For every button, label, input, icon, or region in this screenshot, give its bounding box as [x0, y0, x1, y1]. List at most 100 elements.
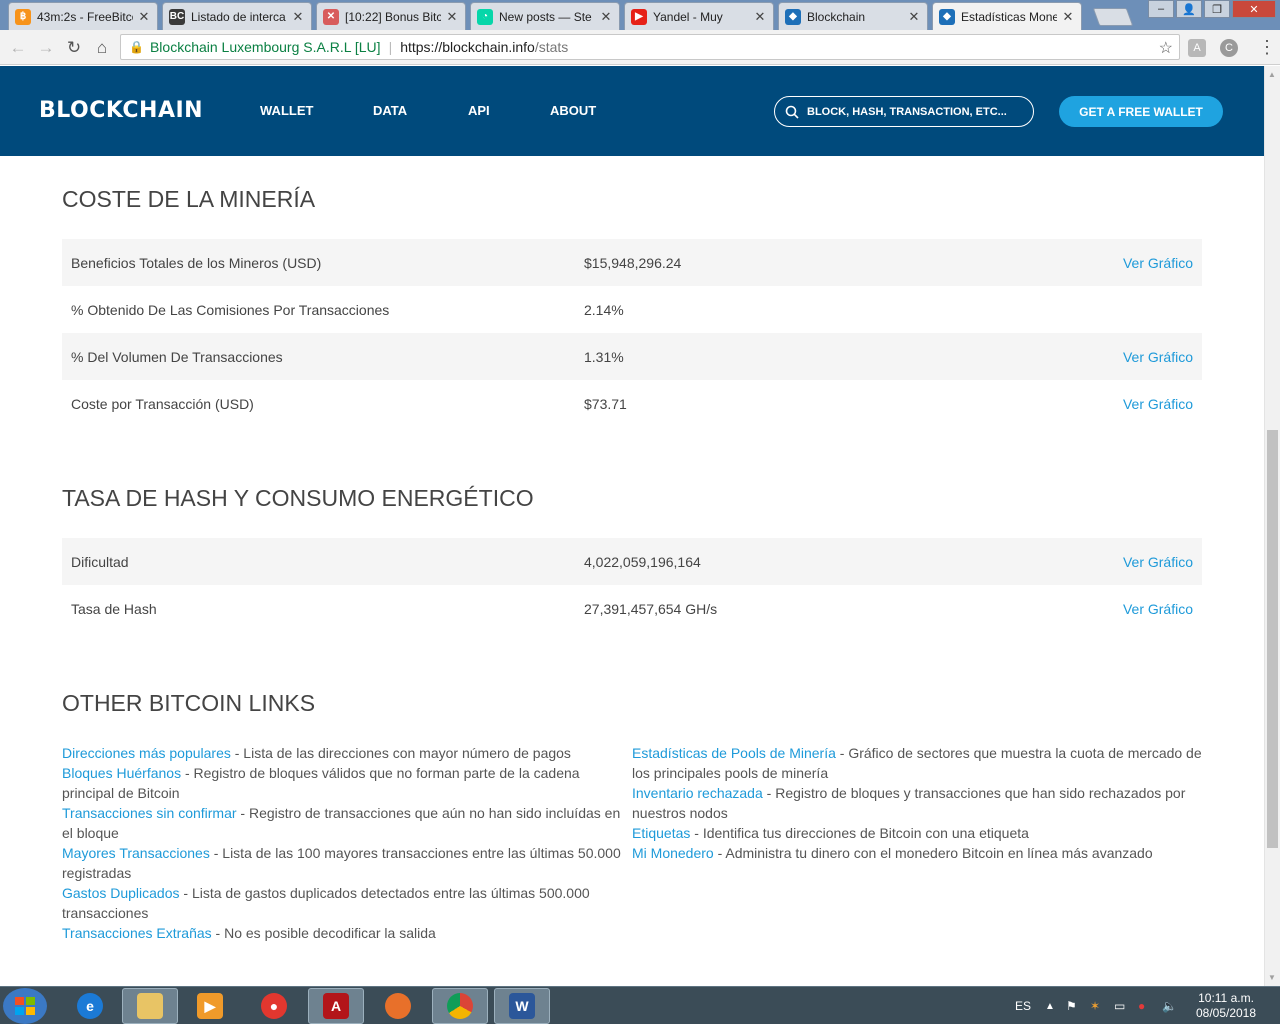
- browser-tab[interactable]: ◆ Blockchain ✕: [778, 2, 928, 30]
- stat-label: Tasa de Hash: [71, 601, 157, 617]
- close-tab-icon[interactable]: ✕: [137, 9, 151, 25]
- search-input[interactable]: [807, 105, 1017, 118]
- nav-wallet[interactable]: WALLET: [260, 103, 313, 118]
- view-chart-link[interactable]: Ver Gráfico: [1123, 349, 1193, 365]
- mining-cost-title: COSTE DE LA MINERÍA: [62, 186, 316, 212]
- bitcoin-link-item: Bloques Huérfanos - Registro de bloques …: [62, 763, 634, 803]
- taskbar-acrobat[interactable]: A: [308, 988, 364, 1024]
- stat-row: Tasa de Hash 27,391,457,654 GH/s Ver Gráfi…: [62, 585, 1202, 632]
- restore-window-button[interactable]: ❐: [1204, 0, 1230, 18]
- bitcoin-link-item: Inventario rechazada - Registro de bloqu…: [632, 783, 1204, 823]
- site-search[interactable]: [774, 96, 1034, 127]
- get-free-wallet-button[interactable]: GET A FREE WALLET: [1059, 96, 1223, 127]
- tray-expand-icon[interactable]: ▲: [1045, 987, 1055, 1024]
- stat-value: 1.31%: [584, 349, 624, 365]
- browser-tab[interactable]: ฿ 43m:2s - FreeBitco ✕: [8, 2, 158, 30]
- close-window-button[interactable]: ✕: [1232, 0, 1276, 18]
- bitcoin-link-item: Etiquetas - Identifica tus direcciones d…: [632, 823, 1204, 843]
- view-chart-link[interactable]: Ver Gráfico: [1123, 554, 1193, 570]
- stat-value: 2.14%: [584, 302, 624, 318]
- media-player-icon: ▶: [197, 993, 223, 1019]
- close-tab-icon[interactable]: ✕: [907, 9, 921, 25]
- close-tab-icon[interactable]: ✕: [445, 9, 459, 25]
- browser-toolbar: ← → ↻ ⌂ 🔒 Blockchain Luxembourg S.A.R.L …: [0, 30, 1280, 65]
- back-button[interactable]: ←: [8, 38, 28, 58]
- bitcoin-link[interactable]: Mayores Transacciones: [62, 845, 210, 861]
- start-button[interactable]: [3, 988, 47, 1024]
- browser-tab[interactable]: BC Listado de interca ✕: [162, 2, 312, 30]
- scroll-up-arrow-icon[interactable]: ▲: [1268, 70, 1276, 79]
- word-icon: W: [509, 993, 535, 1019]
- bitcoin-link-item: Mayores Transacciones - Lista de las 100…: [62, 843, 634, 883]
- bitcoin-link[interactable]: Estadísticas de Pools de Minería: [632, 745, 836, 761]
- address-bar[interactable]: 🔒 Blockchain Luxembourg S.A.R.L [LU] | h…: [120, 34, 1180, 60]
- browser-menu-icon[interactable]: ⋮: [1258, 37, 1276, 59]
- view-chart-link[interactable]: Ver Gráfico: [1123, 396, 1193, 412]
- scrollbar-thumb[interactable]: [1267, 430, 1278, 848]
- taskbar-ie[interactable]: e: [62, 988, 118, 1024]
- folder-icon: [137, 993, 163, 1019]
- pdf-extension-icon[interactable]: A: [1188, 39, 1206, 57]
- bitcoin-link-description: - Identifica tus direcciones de Bitcoin …: [690, 825, 1029, 841]
- browser-tab[interactable]: ✕ [10:22] Bonus Bitc ✕: [316, 2, 466, 30]
- forward-button[interactable]: →: [36, 38, 56, 58]
- youtube-icon: ▶: [631, 8, 647, 25]
- view-chart-link[interactable]: Ver Gráfico: [1123, 255, 1193, 271]
- tab-title: Estadísticas Mone: [961, 9, 1057, 24]
- stat-label: % Obtenido De Las Comisiones Por Transac…: [71, 302, 390, 318]
- system-clock[interactable]: 10:11 a.m. 08/05/2018: [1188, 991, 1264, 1021]
- bitcoin-link[interactable]: Etiquetas: [632, 825, 690, 841]
- close-tab-icon[interactable]: ✕: [291, 9, 305, 25]
- bonus-icon: ✕: [323, 8, 339, 25]
- taskbar-explorer[interactable]: [122, 988, 178, 1024]
- blockchain-logo[interactable]: BLOCKCHAIN: [39, 98, 203, 123]
- browser-tab[interactable]: ◔ New posts — Ste ✕: [470, 2, 620, 30]
- bitcoin-link[interactable]: Transacciones Extrañas: [62, 925, 212, 941]
- reload-button[interactable]: ↻: [64, 38, 84, 58]
- close-tab-icon[interactable]: ✕: [753, 9, 767, 25]
- nav-about[interactable]: ABOUT: [550, 103, 596, 118]
- bitcoin-link[interactable]: Gastos Duplicados: [62, 885, 180, 901]
- view-chart-link[interactable]: Ver Gráfico: [1123, 601, 1193, 617]
- nav-api[interactable]: API: [468, 103, 490, 118]
- bitcoin-link[interactable]: Transacciones sin confirmar: [62, 805, 237, 821]
- close-tab-icon[interactable]: ✕: [599, 9, 613, 25]
- taskbar-firefox[interactable]: [370, 988, 426, 1024]
- bitcoin-link[interactable]: Mi Monedero: [632, 845, 714, 861]
- nav-data[interactable]: DATA: [373, 103, 407, 118]
- stat-label: Dificultad: [71, 554, 129, 570]
- minimize-window-button[interactable]: –: [1148, 0, 1174, 18]
- bookmark-star-icon[interactable]: ☆: [1159, 38, 1173, 58]
- tray-app-icon[interactable]: ✶: [1090, 987, 1100, 1024]
- page-scrollbar[interactable]: ▲ ▼: [1264, 66, 1280, 986]
- bitcoin-link-description: - Lista de las direcciones con mayor núm…: [230, 745, 571, 761]
- lock-icon: 🔒: [129, 40, 144, 54]
- taskbar-word[interactable]: W: [494, 988, 550, 1024]
- taskbar-chrome[interactable]: [432, 988, 488, 1024]
- language-indicator[interactable]: ES: [1015, 987, 1031, 1024]
- close-tab-icon[interactable]: ✕: [1061, 9, 1075, 25]
- network-icon[interactable]: ▭: [1114, 987, 1125, 1024]
- taskbar-recorder[interactable]: ●: [246, 988, 302, 1024]
- tab-title: Yandel - Muy: [653, 9, 723, 24]
- bitcoin-link[interactable]: Bloques Huérfanos: [62, 765, 181, 781]
- browser-tab[interactable]: ◆ Estadísticas Mone ✕: [932, 2, 1082, 30]
- url-text: https://blockchain.info/stats: [400, 39, 568, 55]
- taskbar-media-player[interactable]: ▶: [182, 988, 238, 1024]
- browser-tab[interactable]: ▶ Yandel - Muy ✕: [624, 2, 774, 30]
- clock-date: 08/05/2018: [1195, 1006, 1257, 1020]
- user-profile-button[interactable]: 👤: [1176, 0, 1202, 18]
- stat-value: 4,022,059,196,164: [584, 554, 701, 570]
- new-tab-button[interactable]: [1092, 8, 1134, 26]
- scroll-down-arrow-icon[interactable]: ▼: [1268, 973, 1276, 982]
- bitcoin-link[interactable]: Direcciones más populares: [62, 745, 231, 761]
- extension-icon[interactable]: C: [1220, 39, 1238, 57]
- bitcoin-link[interactable]: Inventario rechazada: [632, 785, 763, 801]
- stat-label: Beneficios Totales de los Mineros (USD): [71, 255, 322, 271]
- chrome-icon: [447, 993, 473, 1019]
- home-button[interactable]: ⌂: [92, 38, 112, 58]
- volume-icon[interactable]: 🔈: [1162, 987, 1177, 1024]
- action-center-flag-icon[interactable]: ⚑: [1066, 987, 1077, 1024]
- bitcoin-link-item: Transacciones sin confirmar - Registro d…: [62, 803, 634, 843]
- antivirus-icon[interactable]: ●: [1138, 987, 1145, 1024]
